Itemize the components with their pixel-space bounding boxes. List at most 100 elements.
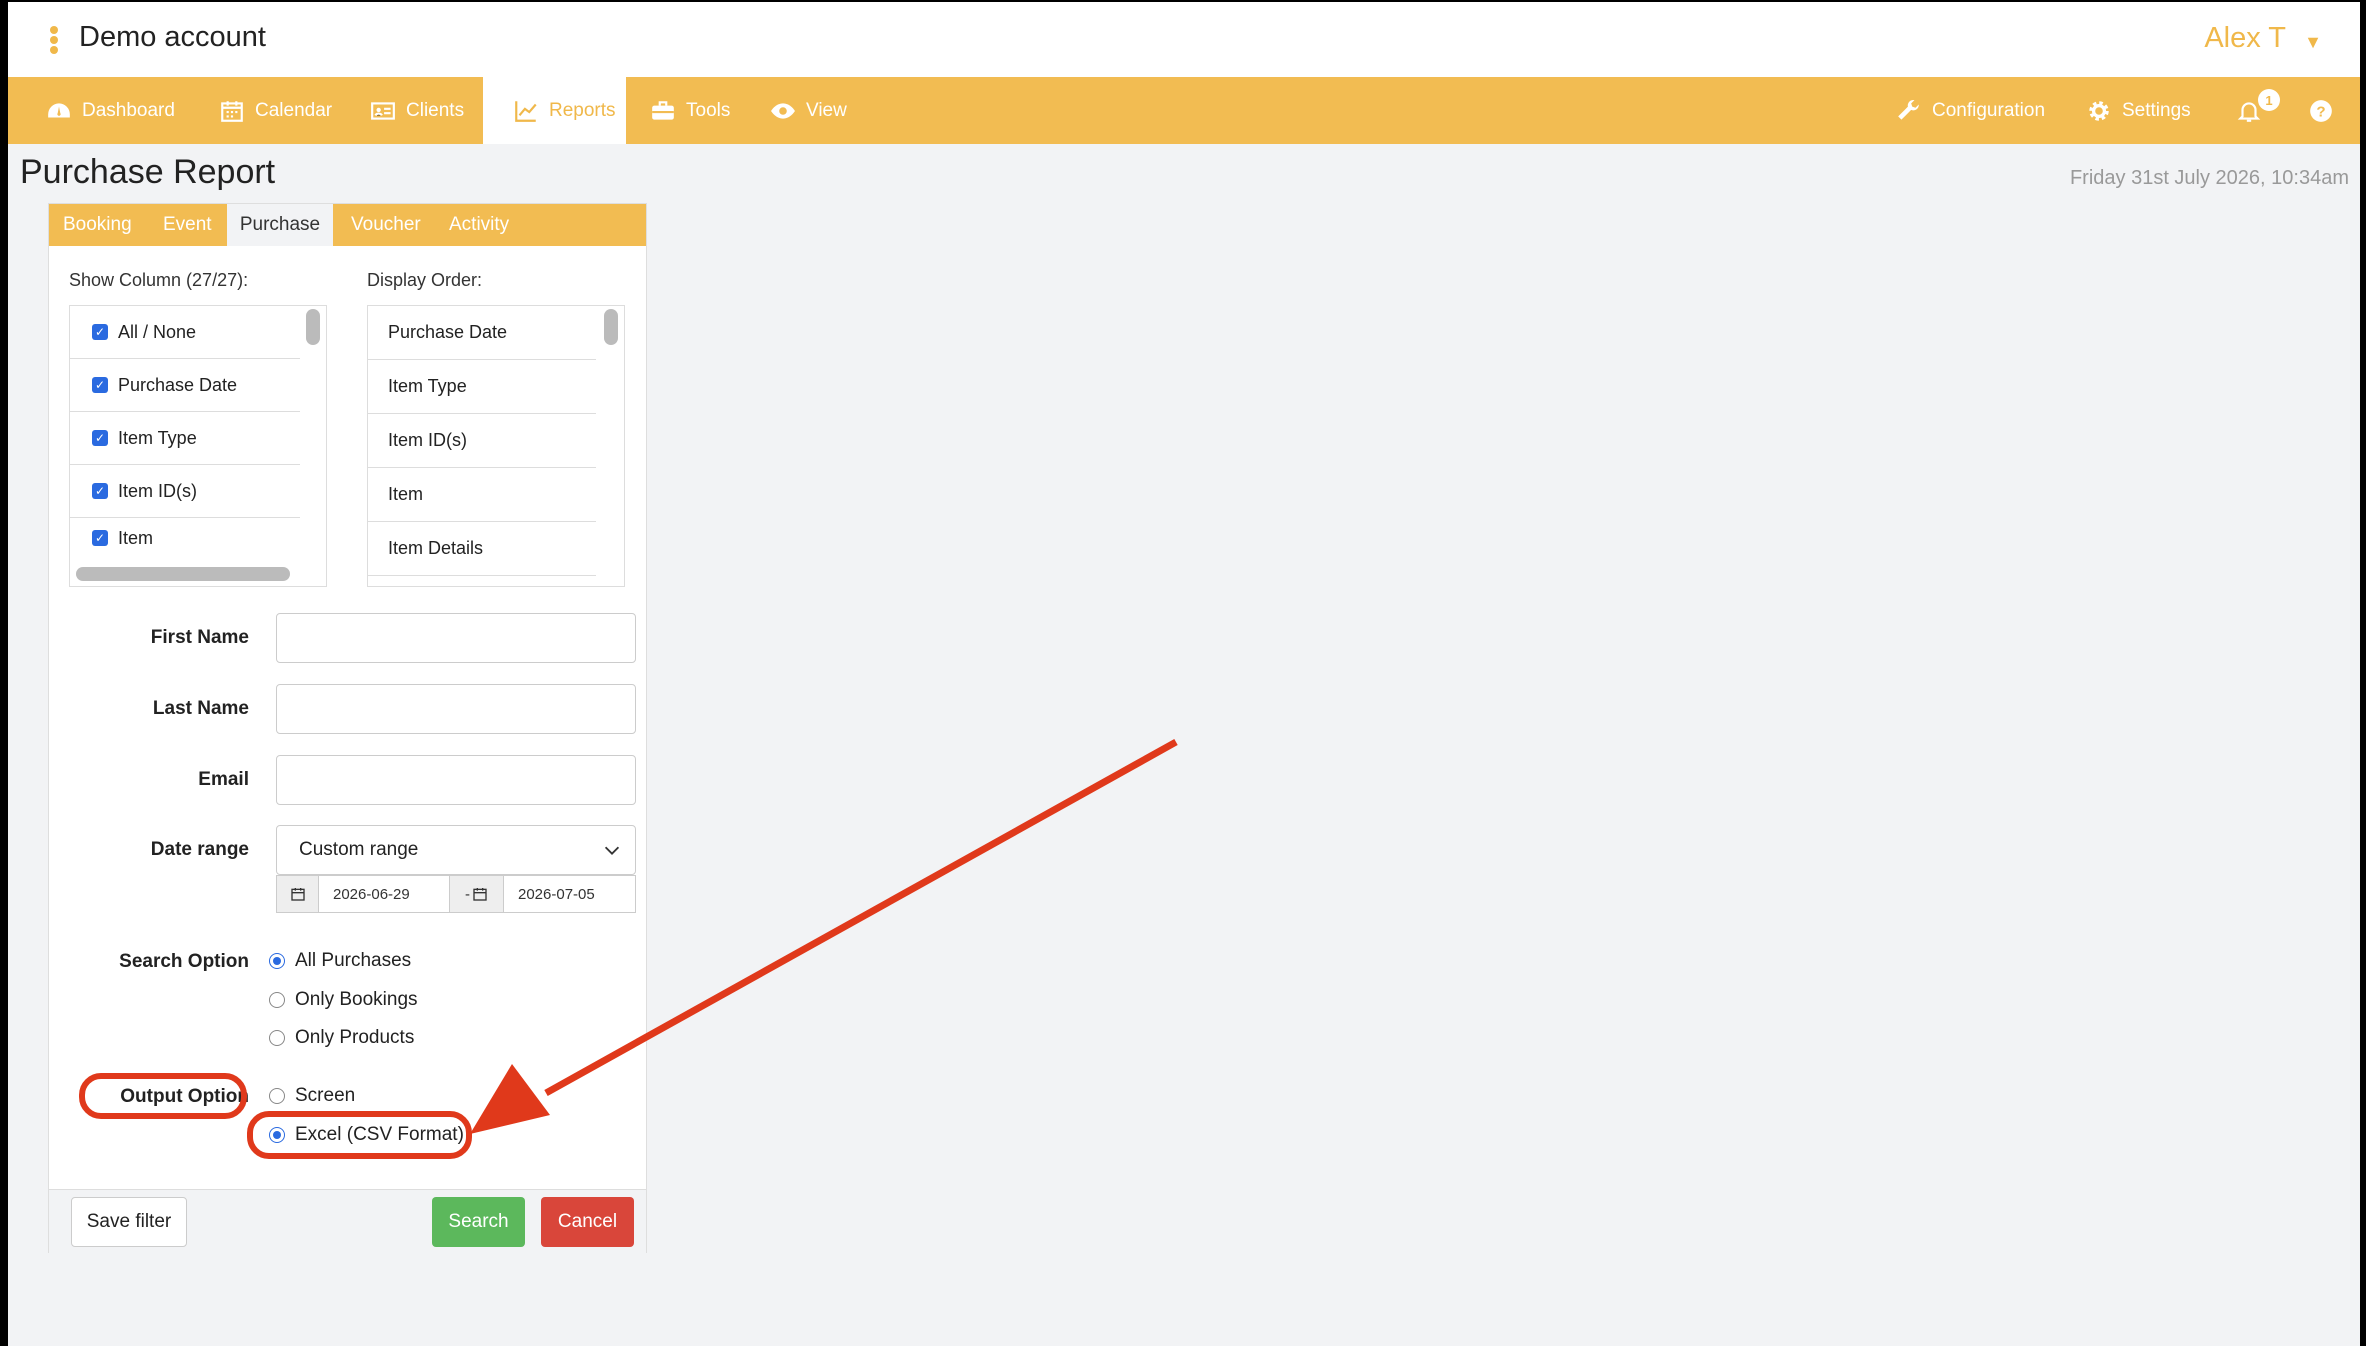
radio-label: Only Bookings [295, 989, 418, 1010]
svg-text:?: ? [2316, 103, 2325, 120]
help-button[interactable]: ? [2308, 77, 2334, 144]
eye-icon [771, 102, 795, 119]
nav-label: Configuration [1932, 99, 2046, 121]
date-to-field[interactable]: - 2026-07-05 [450, 875, 636, 913]
vertical-scrollbar[interactable] [604, 309, 618, 345]
show-column-list[interactable]: ✓ All / None ✓ Purchase Date ✓ Item Type ✓ I… [69, 305, 327, 587]
show-column-label: Show Column (27/27): [69, 270, 249, 290]
wrench-icon [1898, 99, 1919, 120]
column-option-label: Item ID(s) [118, 480, 197, 501]
id-card-icon [371, 101, 395, 120]
tab-voucher[interactable]: Voucher [351, 204, 421, 246]
column-option-label: Item [118, 527, 154, 548]
nav-dashboard[interactable]: Dashboard [46, 77, 175, 144]
radio-screen[interactable]: Screen [269, 1085, 355, 1107]
date-from-value: 2026-06-29 [333, 885, 410, 903]
gear-icon [2089, 100, 2109, 121]
output-option-label: Output Option [120, 1086, 249, 1107]
date-range-label: Date range [150, 839, 249, 860]
notifications-button[interactable]: 1 [2236, 77, 2280, 144]
radio-button[interactable] [269, 1030, 285, 1046]
report-tabs: Booking Event Purchase Voucher Activity [49, 204, 646, 246]
caret-down-icon[interactable]: ▼ [2304, 32, 2322, 53]
menu-icon[interactable] [48, 26, 60, 54]
radio-button[interactable] [269, 1127, 285, 1143]
current-datetime: Friday 31st July 2026, 10:34am [2069, 167, 2349, 189]
column-option[interactable]: ✓ All / None [70, 306, 300, 359]
nav-calendar[interactable]: Calendar [219, 77, 332, 144]
radio-label: Excel (CSV Format) [295, 1124, 464, 1145]
search-option-label: Search Option [119, 951, 249, 972]
order-item[interactable]: Item Type [368, 360, 596, 414]
first-name-input[interactable] [276, 613, 636, 663]
order-item[interactable]: Item [368, 468, 596, 522]
panel-footer: Save filter Search Cancel [49, 1189, 646, 1253]
report-panel: Booking Event Purchase Voucher Activity … [48, 203, 647, 1253]
tab-purchase[interactable]: Purchase [227, 204, 333, 246]
radio-excel-csv[interactable]: Excel (CSV Format) [269, 1124, 464, 1146]
help-icon: ? [2310, 99, 2332, 122]
display-order-label: Display Order: [367, 270, 483, 290]
checkbox-checked-icon[interactable]: ✓ [92, 324, 108, 340]
chart-icon [515, 100, 537, 122]
column-option[interactable]: ✓ Item Type [70, 412, 300, 465]
radio-only-products[interactable]: Only Products [269, 1027, 414, 1049]
radio-all-purchases[interactable]: All Purchases [269, 950, 411, 972]
briefcase-icon [652, 100, 674, 120]
email-input[interactable] [276, 755, 636, 805]
last-name-input[interactable] [276, 684, 636, 734]
horizontal-scrollbar[interactable] [76, 567, 290, 581]
checkbox-checked-icon[interactable]: ✓ [92, 430, 108, 446]
app-window: Demo account Alex T ▼ Dashboard Calendar… [8, 2, 2360, 1346]
last-name-label: Last Name [152, 698, 249, 719]
column-option[interactable]: ✓ Purchase Date [70, 359, 300, 412]
radio-label: All Purchases [295, 950, 412, 971]
checkbox-checked-icon[interactable]: ✓ [92, 530, 108, 546]
nav-tools[interactable]: Tools [650, 77, 730, 144]
nav-settings[interactable]: Settings [2086, 77, 2191, 144]
order-item[interactable]: Item ID(s) [368, 414, 596, 468]
notification-badge: 1 [2258, 89, 2280, 111]
radio-label: Screen [295, 1085, 356, 1106]
display-order-list[interactable]: Purchase Date Item Type Item ID(s) Item … [367, 305, 625, 587]
column-option-label: Purchase Date [118, 374, 238, 395]
nav-label: View [806, 99, 847, 121]
nav-label: Settings [2122, 99, 2191, 121]
top-bar: Demo account Alex T ▼ [8, 2, 2360, 77]
nav-view[interactable]: View [770, 77, 847, 144]
nav-clients[interactable]: Clients [370, 77, 464, 144]
radio-button[interactable] [269, 1088, 285, 1104]
column-option[interactable]: ✓ Item [70, 518, 300, 558]
nav-label: Clients [406, 99, 465, 121]
radio-button[interactable] [269, 992, 285, 1008]
user-menu[interactable]: Alex T [2204, 22, 2286, 55]
order-item[interactable]: Item Details [368, 522, 596, 576]
tab-event[interactable]: Event [163, 204, 212, 246]
email-label: Email [198, 769, 249, 790]
save-filter-button[interactable]: Save filter [71, 1197, 187, 1247]
date-from-field[interactable]: 2026-06-29 [276, 875, 450, 913]
column-option-label: Item Type [118, 427, 197, 448]
calendar-icon [221, 100, 243, 122]
first-name-label: First Name [150, 627, 249, 648]
tab-activity[interactable]: Activity [449, 204, 509, 246]
checkbox-checked-icon[interactable]: ✓ [92, 483, 108, 499]
search-button[interactable]: Search [432, 1197, 525, 1247]
nav-reports[interactable]: Reports [483, 77, 626, 144]
nav-configuration[interactable]: Configuration [1896, 77, 2045, 144]
radio-button[interactable] [269, 953, 285, 969]
chevron-down-icon [604, 846, 620, 855]
page-title: Purchase Report [20, 153, 276, 191]
order-item[interactable]: Purchase Date [368, 306, 596, 360]
column-option[interactable]: ✓ Item ID(s) [70, 465, 300, 518]
checkbox-checked-icon[interactable]: ✓ [92, 377, 108, 393]
date-separator: - [465, 885, 470, 903]
vertical-scrollbar[interactable] [306, 309, 320, 345]
cancel-button[interactable]: Cancel [541, 1197, 634, 1247]
radio-only-bookings[interactable]: Only Bookings [269, 989, 418, 1011]
date-range-value: Custom range [299, 839, 419, 860]
date-range-select[interactable]: Custom range [276, 825, 636, 875]
tab-booking[interactable]: Booking [63, 204, 132, 246]
radio-label: Only Products [295, 1027, 415, 1048]
main-navbar: Dashboard Calendar Clients Reports Tools… [8, 77, 2360, 144]
